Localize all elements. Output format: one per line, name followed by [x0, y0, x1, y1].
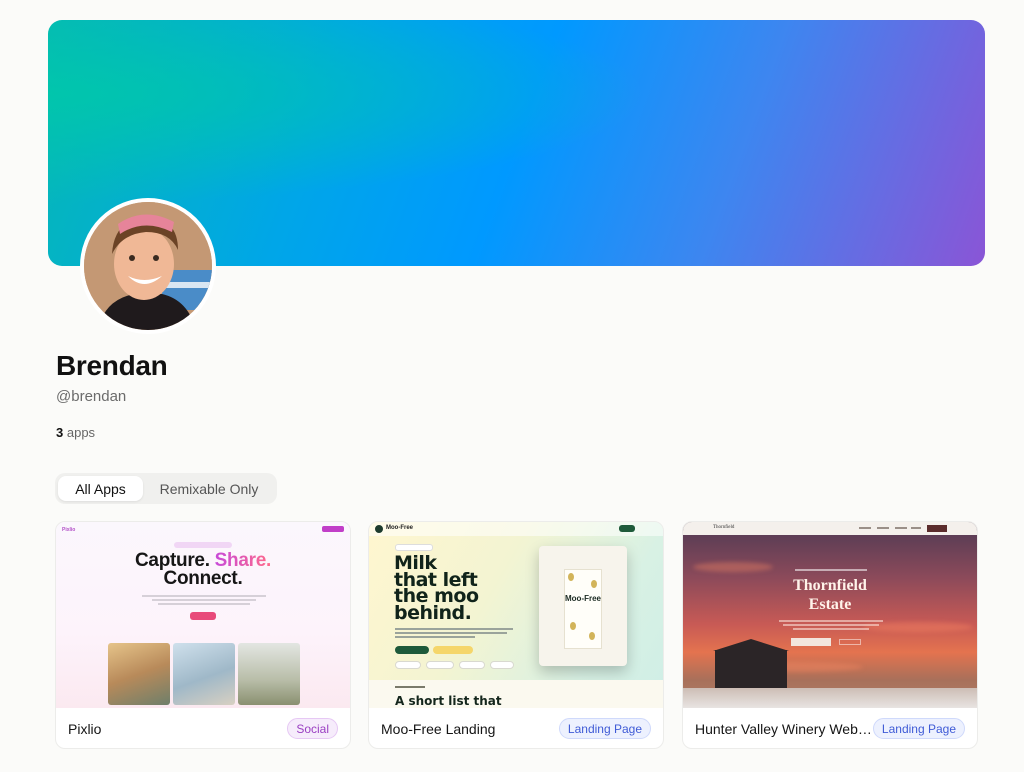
category-badge: Landing Page [872, 718, 965, 739]
thumb-pill [174, 542, 232, 548]
thumb-text-line [779, 620, 883, 622]
app-card-hunter-valley[interactable]: Thornfield Thornfield Estate Hunter Vall… [682, 521, 978, 749]
app-count-number: 3 [56, 425, 64, 440]
tab-remixable-only[interactable]: Remixable Only [145, 476, 273, 501]
profile-name: Brendan [56, 350, 168, 381]
thumb-chip [459, 661, 485, 669]
thumb-logo: Pixlio [62, 527, 76, 533]
app-count-label: apps [66, 425, 96, 440]
thumb-photo [108, 643, 170, 705]
thumb-cloud [693, 562, 773, 572]
thumb-nav-link [859, 527, 871, 529]
thumb-carton-spot [589, 632, 595, 640]
app-thumbnail: Thornfield Thornfield Estate [683, 522, 977, 708]
thumb-text-line [395, 686, 425, 688]
profile-handle: @brendan [56, 388, 127, 405]
app-count: 3 apps [56, 425, 95, 440]
thumb-nav-button [619, 525, 635, 532]
thumb-button [791, 638, 831, 646]
thumb-text-line [395, 632, 507, 634]
avatar[interactable] [80, 198, 216, 334]
app-card-title: Moo-Free Landing [381, 721, 496, 737]
thumb-cloud [863, 622, 973, 632]
thumb-footer-fade [683, 688, 977, 708]
thumb-carton-spot [570, 622, 576, 630]
thumb-cta [322, 526, 344, 532]
thumb-button [190, 612, 216, 620]
thumb-chip [490, 661, 514, 669]
app-card-pixlio[interactable]: Pixlio Capture. Share. Connect. Pixlio S… [55, 521, 351, 749]
thumb-headline-part: Connect. [163, 568, 243, 589]
thumb-nav-link [895, 527, 907, 529]
thumb-photo [173, 643, 235, 705]
app-card-title: Hunter Valley Winery Web… [695, 721, 872, 737]
thumb-text-line [395, 636, 475, 638]
app-thumbnail: Pixlio Capture. Share. Connect. [56, 522, 350, 708]
thumb-tag-pill [395, 544, 433, 551]
app-filter-toggle: All Apps Remixable Only [55, 473, 277, 504]
thumb-nav-link [877, 527, 889, 529]
thumb-chip [426, 661, 454, 669]
thumb-text-line [783, 624, 879, 626]
thumb-text-line [158, 603, 250, 605]
thumb-carton-spot [591, 580, 597, 588]
thumb-headline: Thornfield Estate [793, 577, 867, 613]
thumb-text-line [142, 595, 266, 597]
app-card-moo-free[interactable]: Moo-Free Milk that left the moo behind. … [368, 521, 664, 749]
thumb-logo: Thornfield [713, 525, 735, 530]
category-badge: Social [287, 718, 338, 739]
thumb-headline: Milk that left the moo behind. [394, 552, 479, 624]
thumb-logo-dot [375, 525, 383, 533]
thumb-lower-heading: A short list that [395, 694, 502, 708]
thumb-chip [395, 661, 421, 669]
thumb-carton-label: Moo-Free [565, 594, 601, 603]
thumb-text-line [152, 599, 256, 601]
app-card-title: Pixlio [68, 721, 102, 737]
thumb-button [395, 646, 429, 654]
thumb-text-line [395, 628, 513, 630]
thumb-brand: Moo-Free [386, 525, 413, 531]
thumb-nav-button [927, 525, 947, 532]
thumb-carton-spot [568, 573, 574, 581]
thumb-button [433, 646, 473, 654]
thumb-nav-link [911, 527, 921, 529]
thumb-text-line [793, 628, 869, 630]
thumb-button [839, 639, 861, 645]
app-thumbnail: Moo-Free Milk that left the moo behind. … [369, 522, 663, 708]
category-badge: Landing Page [558, 718, 651, 739]
thumb-headline: Capture. Share. Connect. [56, 551, 350, 589]
tab-all-apps[interactable]: All Apps [58, 476, 143, 501]
thumb-photo [238, 643, 300, 705]
thumb-text-line [795, 569, 867, 571]
